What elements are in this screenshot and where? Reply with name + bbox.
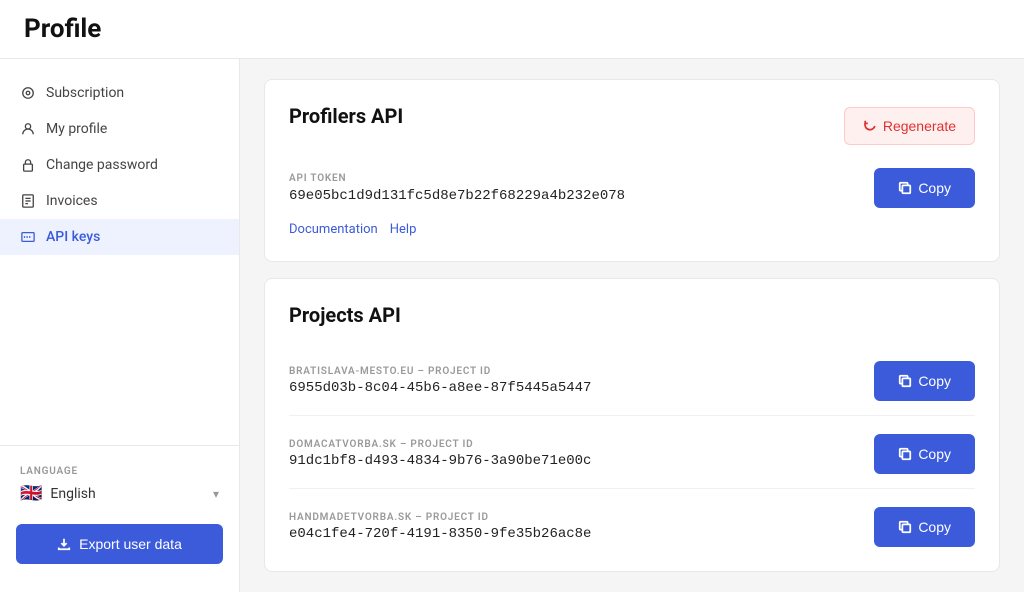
api-token-info: API TOKEN 69e05bc1d9d131fc5d8e7b22f68229… — [289, 173, 858, 204]
sidebar: Subscription My profile — [0, 59, 240, 592]
project-row-1: DOMACATVORBA.SK – PROJECT ID 91dc1bf8-d4… — [289, 420, 975, 489]
regenerate-label: Regenerate — [883, 118, 956, 134]
language-section: LANGUAGE 🇬🇧 English ▾ — [0, 454, 239, 512]
documentation-link[interactable]: Documentation — [289, 222, 378, 237]
copy-icon-1 — [898, 447, 912, 461]
my-profile-icon — [20, 121, 36, 137]
chevron-down-icon: ▾ — [213, 487, 219, 501]
projects-api-title: Projects API — [289, 303, 975, 327]
project-id-2: e04c1fe4-720f-4191-8350-9fe35b26ac8e — [289, 526, 591, 542]
regenerate-icon — [863, 119, 877, 133]
sidebar-nav: Subscription My profile — [0, 75, 239, 437]
sidebar-label-change-password: Change password — [46, 157, 158, 173]
download-icon — [57, 537, 71, 551]
projects-api-card: Projects API BRATISLAVA-MESTO.EU – PROJE… — [264, 278, 1000, 572]
sidebar-divider — [0, 445, 239, 446]
invoices-icon — [20, 193, 36, 209]
api-token-label: API TOKEN — [289, 173, 858, 184]
api-keys-icon — [20, 229, 36, 245]
project-id-1: 91dc1bf8-d493-4834-9b76-3a90be71e00c — [289, 453, 591, 469]
project-copy-button-1[interactable]: Copy — [874, 434, 975, 474]
profilers-api-card: Profilers API Regenerate API TOKEN 69e05… — [264, 79, 1000, 262]
language-label: LANGUAGE — [20, 466, 219, 477]
sidebar-item-change-password[interactable]: Change password — [0, 147, 239, 183]
copy-icon — [898, 181, 912, 195]
regenerate-button[interactable]: Regenerate — [844, 107, 975, 145]
sidebar-label-my-profile: My profile — [46, 121, 107, 137]
sidebar-item-invoices[interactable]: Invoices — [0, 183, 239, 219]
project-copy-label-0: Copy — [918, 373, 951, 389]
language-flag: 🇬🇧 — [20, 483, 42, 504]
page-header: Profile — [0, 0, 1024, 59]
subscription-icon — [20, 85, 36, 101]
profilers-api-header: Profilers API Regenerate — [289, 104, 975, 148]
project-info-0: BRATISLAVA-MESTO.EU – PROJECT ID 6955d03… — [289, 366, 591, 396]
project-copy-button-2[interactable]: Copy — [874, 507, 975, 547]
sidebar-item-subscription[interactable]: Subscription — [0, 75, 239, 111]
project-copy-label-1: Copy — [918, 446, 951, 462]
export-user-data-button[interactable]: Export user data — [16, 524, 223, 564]
api-token-value: 69e05bc1d9d131fc5d8e7b22f68229a4b232e078 — [289, 188, 858, 204]
sidebar-label-invoices: Invoices — [46, 193, 98, 209]
projects-list: BRATISLAVA-MESTO.EU – PROJECT ID 6955d03… — [289, 347, 975, 547]
page-title: Profile — [24, 14, 1000, 44]
project-copy-label-2: Copy — [918, 519, 951, 535]
project-info-1: DOMACATVORBA.SK – PROJECT ID 91dc1bf8-d4… — [289, 439, 591, 469]
language-name: English — [50, 486, 205, 502]
help-link[interactable]: Help — [390, 222, 417, 237]
language-selector[interactable]: 🇬🇧 English ▾ — [20, 483, 219, 504]
copy-icon-2 — [898, 520, 912, 534]
main-content: Profilers API Regenerate API TOKEN 69e05… — [240, 59, 1024, 592]
project-label-0: BRATISLAVA-MESTO.EU – PROJECT ID — [289, 366, 591, 377]
project-row-2: HANDMADETVORBA.SK – PROJECT ID e04c1fe4-… — [289, 493, 975, 547]
change-password-icon — [20, 157, 36, 173]
export-button-label: Export user data — [79, 536, 182, 552]
api-token-copy-button[interactable]: Copy — [874, 168, 975, 208]
sidebar-label-api-keys: API keys — [46, 229, 100, 245]
project-id-0: 6955d03b-8c04-45b6-a8ee-87f5445a5447 — [289, 380, 591, 396]
sidebar-item-api-keys[interactable]: API keys — [0, 219, 239, 255]
sidebar-item-my-profile[interactable]: My profile — [0, 111, 239, 147]
copy-icon-0 — [898, 374, 912, 388]
project-label-2: HANDMADETVORBA.SK – PROJECT ID — [289, 512, 591, 523]
project-label-1: DOMACATVORBA.SK – PROJECT ID — [289, 439, 591, 450]
project-row-0: BRATISLAVA-MESTO.EU – PROJECT ID 6955d03… — [289, 347, 975, 416]
project-copy-button-0[interactable]: Copy — [874, 361, 975, 401]
project-info-2: HANDMADETVORBA.SK – PROJECT ID e04c1fe4-… — [289, 512, 591, 542]
sidebar-label-subscription: Subscription — [46, 85, 124, 101]
api-token-copy-label: Copy — [918, 180, 951, 196]
token-links: Documentation Help — [289, 222, 975, 237]
page-wrapper: Profile Subscription — [0, 0, 1024, 592]
page-body: Subscription My profile — [0, 59, 1024, 592]
api-token-section: API TOKEN 69e05bc1d9d131fc5d8e7b22f68229… — [289, 168, 975, 208]
profilers-api-title: Profilers API — [289, 104, 403, 128]
